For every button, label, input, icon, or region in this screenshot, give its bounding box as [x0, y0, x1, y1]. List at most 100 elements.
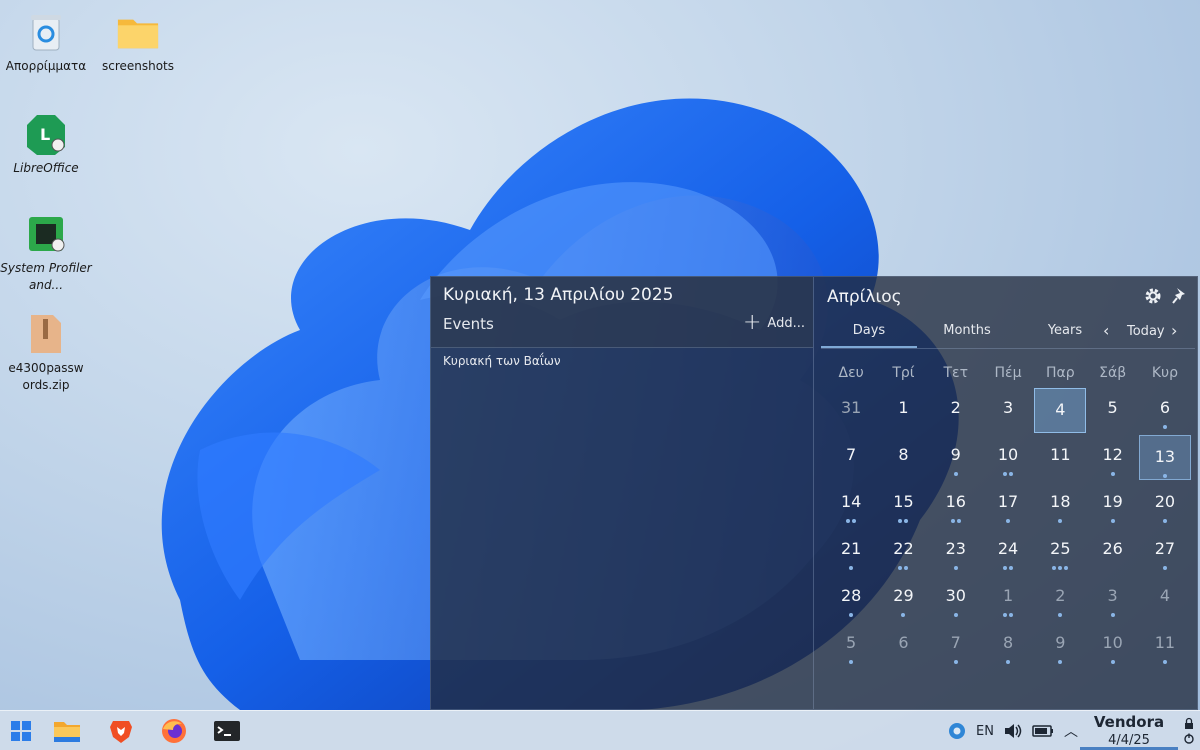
event-dot [1006, 660, 1011, 664]
calendar-day[interactable]: 16 [930, 481, 982, 528]
battery-icon[interactable] [1032, 724, 1054, 738]
calendar-day[interactable]: 25 [1034, 528, 1086, 575]
calendar-day[interactable]: 21 [825, 528, 877, 575]
event-indicator [1034, 563, 1086, 570]
calendar-day[interactable]: 31 [825, 387, 877, 434]
calendar-day[interactable]: 1 [982, 575, 1034, 622]
calendar-day[interactable]: 26 [1086, 528, 1138, 575]
calendar-day[interactable]: 2 [930, 387, 982, 434]
event-indicator [1034, 657, 1086, 664]
tab-days[interactable]: Days [821, 321, 917, 348]
event-item[interactable]: Κυριακή των Βαΐων [443, 354, 561, 368]
weekday-label: Δευ [838, 365, 864, 381]
chevron-right-icon[interactable]: › [1171, 321, 1177, 340]
event-indicator [825, 657, 877, 664]
settings-tray-icon[interactable] [946, 720, 968, 742]
calendar-day[interactable]: 5 [825, 622, 877, 669]
calendar-day[interactable]: 9 [1034, 622, 1086, 669]
calendar-day[interactable]: 20 [1139, 481, 1191, 528]
file-manager-icon[interactable] [50, 715, 84, 747]
terminal-icon[interactable] [210, 715, 244, 747]
calendar-day[interactable]: 8 [877, 434, 929, 481]
tab-years[interactable]: Years [1017, 321, 1113, 348]
calendar-day[interactable]: 3 [1086, 575, 1138, 622]
calendar-day[interactable]: 29 [877, 575, 929, 622]
day-number: 4 [1055, 400, 1066, 419]
libreoffice-icon: L [24, 112, 68, 156]
event-indicator [1086, 469, 1138, 476]
calendar-day[interactable]: 15 [877, 481, 929, 528]
day-number: 9 [950, 445, 961, 464]
event-dot [1110, 660, 1115, 664]
event-indicator [1139, 563, 1191, 570]
day-number: 12 [1102, 445, 1123, 464]
zip-icon [24, 312, 68, 356]
calendar-day[interactable]: 9 [930, 434, 982, 481]
clock[interactable]: Vendora 4/4/25 [1080, 713, 1178, 749]
desktop-icon-system-profiler[interactable]: System Profiler and... [0, 212, 92, 294]
gear-icon[interactable] [1143, 286, 1163, 306]
calendar-day[interactable]: 4 [1034, 388, 1087, 433]
start-menu-icon[interactable] [4, 715, 38, 747]
event-indicator [1034, 516, 1086, 523]
day-number: 27 [1154, 539, 1176, 558]
day-number: 3 [1107, 586, 1118, 605]
folder-icon [116, 10, 160, 54]
event-indicator [1086, 657, 1138, 664]
calendar-day[interactable]: 1 [877, 387, 929, 434]
calendar-day[interactable]: 23 [930, 528, 982, 575]
firefox-icon[interactable] [157, 715, 191, 747]
event-dot [1110, 519, 1115, 523]
today-button[interactable]: Today [1127, 324, 1165, 339]
calendar-day[interactable]: 10 [982, 434, 1034, 481]
calendar-day[interactable]: 13 [1138, 435, 1192, 480]
calendar-day[interactable]: 6 [1139, 387, 1191, 434]
calendar-day[interactable]: 12 [1086, 434, 1138, 481]
calendar-day[interactable]: 19 [1086, 481, 1138, 528]
event-indicator [982, 563, 1034, 570]
desktop-icon-screenshots[interactable]: screenshots [92, 10, 184, 75]
plus-icon: + [742, 310, 762, 335]
weekday-label: Πέμ [994, 365, 1022, 381]
calendar-day[interactable]: 5 [1086, 387, 1138, 434]
tab-months[interactable]: Months [919, 321, 1015, 348]
calendar-day[interactable]: 24 [982, 528, 1034, 575]
desktop-icon-trash[interactable]: Απορρίμματα [0, 10, 92, 75]
calendar-day[interactable]: 6 [877, 622, 929, 669]
day-number: 4 [1159, 586, 1171, 605]
add-event-button[interactable]: + Add... [742, 310, 805, 335]
calendar-day[interactable]: 27 [1139, 528, 1191, 575]
calendar-day[interactable]: 7 [825, 434, 877, 481]
chevron-up-icon[interactable]: ︿ [1064, 721, 1078, 741]
pin-icon[interactable] [1171, 286, 1189, 306]
event-indicator [825, 563, 877, 570]
trash-icon [24, 10, 68, 54]
calendar-day[interactable]: 18 [1034, 481, 1086, 528]
chevron-left-icon[interactable]: ‹ [1103, 321, 1109, 340]
calendar-day[interactable]: 3 [982, 387, 1034, 434]
lock-power-icon[interactable] [1182, 715, 1196, 747]
calendar-day[interactable]: 11 [1034, 434, 1086, 481]
day-number: 14 [840, 492, 862, 511]
calendar-day[interactable]: 10 [1086, 622, 1138, 669]
calendar-day[interactable]: 2 [1034, 575, 1086, 622]
desktop-icon-zip[interactable]: e4300passwords.zip [0, 312, 92, 394]
volume-icon[interactable] [1004, 723, 1022, 739]
day-number: 25 [1050, 539, 1071, 558]
calendar-day[interactable]: 4 [1139, 575, 1191, 622]
calendar-day[interactable]: 28 [825, 575, 877, 622]
calendar-day[interactable]: 30 [930, 575, 982, 622]
calendar-day[interactable]: 17 [982, 481, 1034, 528]
calendar-day[interactable]: 14 [825, 481, 877, 528]
day-number: 7 [846, 445, 857, 464]
brave-browser-icon[interactable] [104, 715, 138, 747]
calendar-day[interactable]: 11 [1139, 622, 1191, 669]
taskbar: EN ︿ Vendora 4/4/25 [0, 710, 1200, 750]
calendar-day[interactable]: 8 [982, 622, 1034, 669]
desktop-icon-libreoffice[interactable]: L LibreOffice [0, 112, 92, 177]
keyboard-layout-indicator[interactable]: EN [976, 724, 994, 739]
event-dot [849, 566, 854, 570]
calendar-day[interactable]: 22 [877, 528, 929, 575]
calendar-day[interactable]: 7 [930, 622, 982, 669]
day-number: 28 [840, 586, 862, 605]
